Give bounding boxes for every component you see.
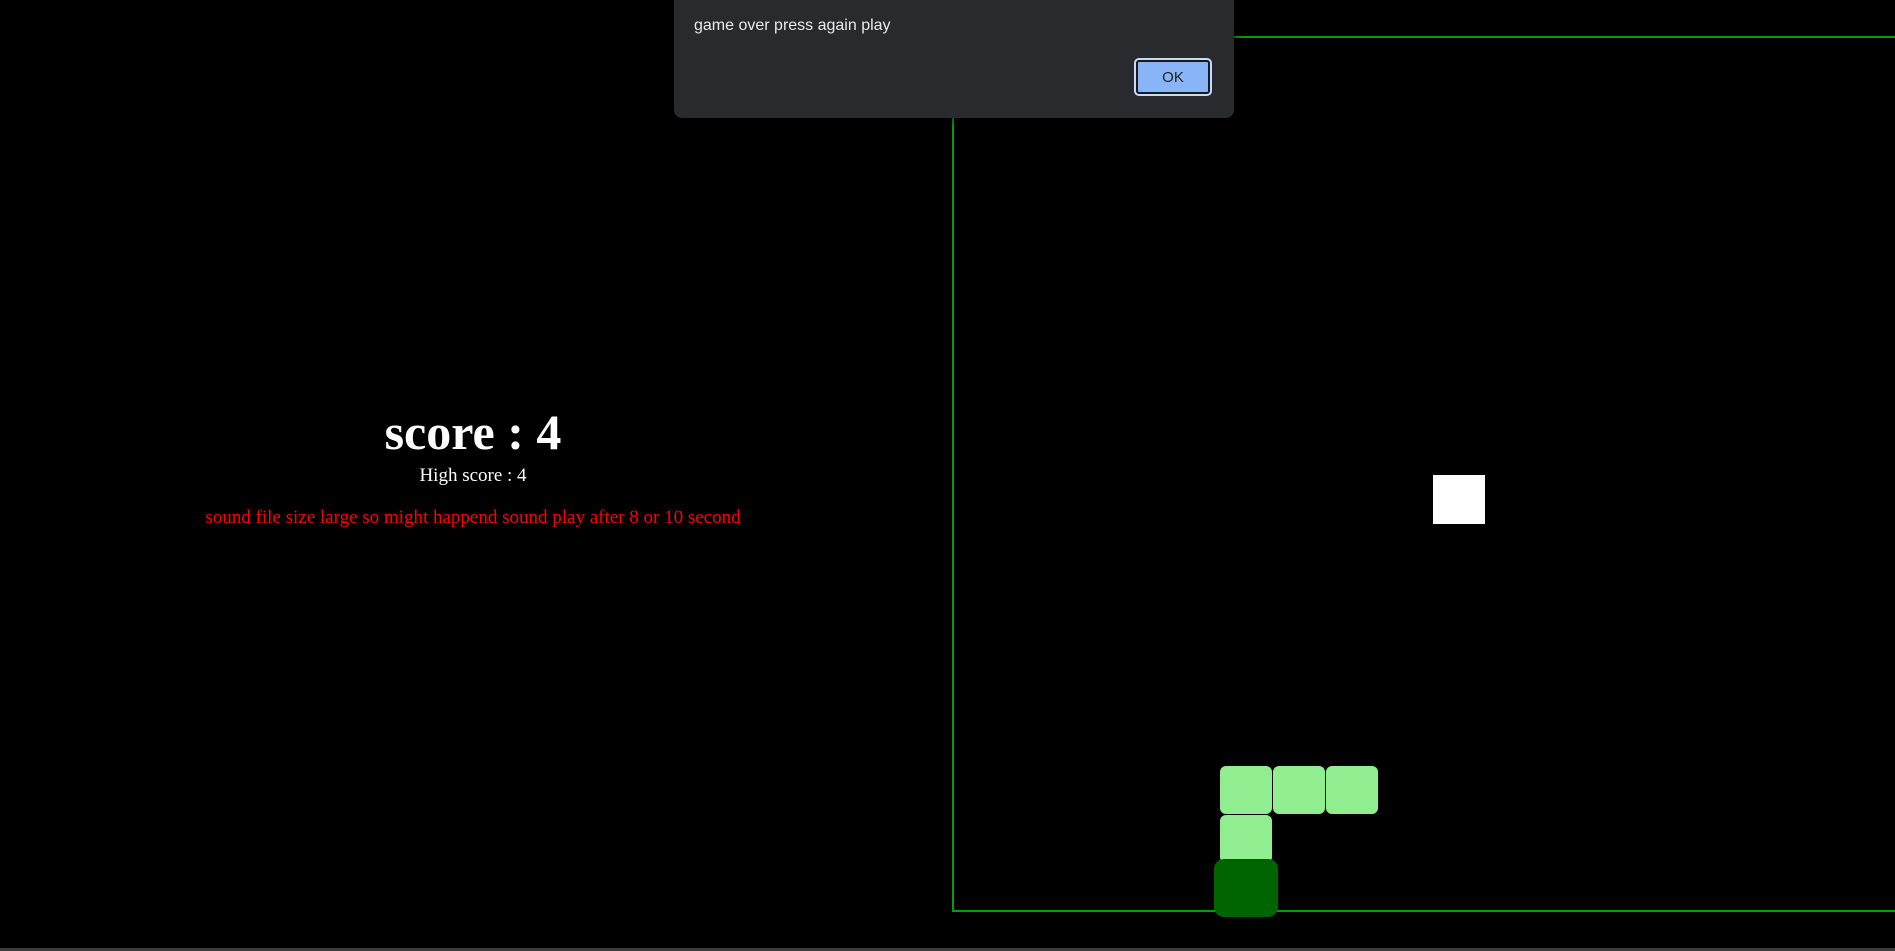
sound-notice: sound file size large so might happend s… xyxy=(205,507,741,528)
snake-body-segment xyxy=(1326,766,1378,814)
score-display: score : 4 xyxy=(384,404,562,460)
snake-body-segment xyxy=(1220,815,1272,863)
snake-body-segment xyxy=(1220,766,1272,814)
game-page: score : 4 High score : 4 sound file size… xyxy=(0,0,1895,951)
snake-head xyxy=(1214,859,1278,917)
food-item xyxy=(1433,475,1485,524)
snake-body-segment xyxy=(1273,766,1325,814)
high-score-display: High score : 4 xyxy=(419,465,527,486)
ok-button[interactable]: OK xyxy=(1134,58,1212,96)
game-board[interactable] xyxy=(952,36,1895,912)
score-panel: score : 4 High score : 4 sound file size… xyxy=(0,400,946,530)
alert-message: game over press again play xyxy=(694,17,891,34)
